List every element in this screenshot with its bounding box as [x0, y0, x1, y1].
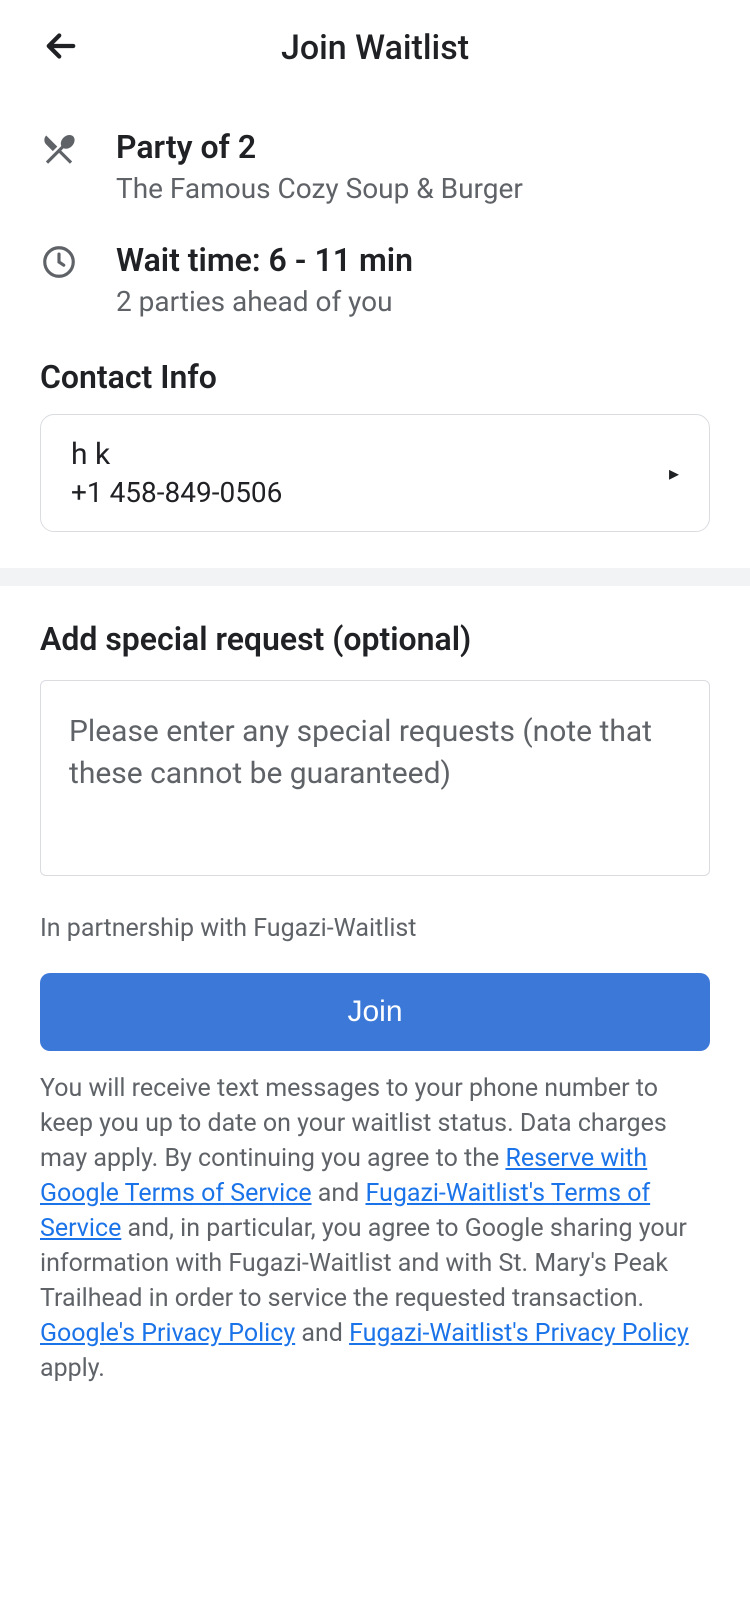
legal-text-5: apply. [40, 1354, 105, 1383]
fugazi-privacy-link[interactable]: Fugazi-Waitlist's Privacy Policy [349, 1319, 689, 1348]
back-button[interactable] [40, 25, 82, 71]
party-title: Party of 2 [116, 128, 710, 166]
arrow-left-icon [40, 25, 82, 67]
wait-title: Wait time: 6 - 11 min [116, 241, 710, 279]
contact-phone: +1 458-849-0506 [71, 476, 669, 509]
restaurant-name: The Famous Cozy Soup & Burger [116, 172, 710, 205]
divider [0, 568, 750, 586]
partnership-label: In partnership with Fugazi-Waitlist [0, 880, 750, 943]
restaurant-icon [40, 128, 84, 172]
chevron-right-icon: ▸ [669, 461, 679, 485]
special-request-input[interactable] [40, 680, 710, 876]
party-row: Party of 2 The Famous Cozy Soup & Burger [40, 128, 710, 205]
request-heading: Add special request (optional) [40, 620, 710, 658]
google-privacy-link[interactable]: Google's Privacy Policy [40, 1319, 295, 1348]
header: Join Waitlist [0, 0, 750, 88]
clock-icon [40, 241, 84, 285]
legal-text: You will receive text messages to your p… [0, 1051, 750, 1386]
legal-text-2: and [312, 1179, 366, 1208]
legal-text-4: and [295, 1319, 349, 1348]
wait-ahead: 2 parties ahead of you [116, 285, 710, 318]
contact-card[interactable]: h k +1 458-849-0506 ▸ [40, 414, 710, 532]
contact-name: h k [71, 437, 669, 472]
contact-heading: Contact Info [0, 354, 750, 414]
legal-text-3: and, in particular, you agree to Google … [40, 1214, 687, 1313]
wait-row: Wait time: 6 - 11 min 2 parties ahead of… [40, 241, 710, 318]
join-button[interactable]: Join [40, 973, 710, 1051]
page-title: Join Waitlist [40, 28, 710, 68]
